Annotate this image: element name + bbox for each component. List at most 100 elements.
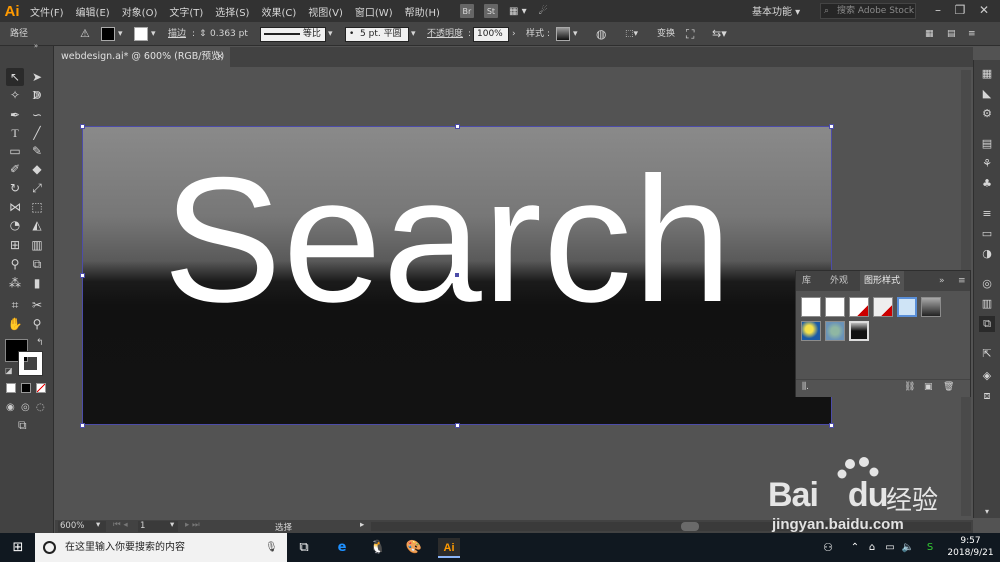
gpu-performance-icon[interactable]: ☄ — [533, 6, 554, 17]
color-guide-icon[interactable]: ◣ — [979, 86, 995, 102]
menu-edit[interactable]: 编辑(E) — [70, 4, 116, 19]
tab-appearance[interactable]: 外观 — [830, 271, 848, 291]
style-no-fill[interactable] — [873, 297, 893, 317]
magic-wand-tool-icon[interactable]: ✧ — [6, 86, 24, 104]
draw-behind-icon[interactable]: ◎ — [21, 402, 30, 413]
selection-handle[interactable] — [80, 423, 85, 428]
rotate-tool-icon[interactable]: ↻ — [6, 179, 24, 197]
menu-file[interactable]: 文件(F) — [24, 4, 70, 19]
arrange-documents-icon[interactable]: ▦ ▾ — [503, 6, 533, 17]
delete-style-icon[interactable]: 🗑 — [943, 382, 954, 392]
panel-menu-icon[interactable]: ≡ — [958, 271, 966, 291]
transform-button[interactable]: 变换 — [657, 26, 675, 42]
stroke-label[interactable]: 描边 — [168, 26, 186, 42]
draw-normal-icon[interactable]: ◉ — [6, 402, 15, 413]
selection-handle[interactable] — [829, 124, 834, 129]
status-menu-icon[interactable]: ▸ — [360, 520, 364, 530]
qq-icon[interactable]: 🐧 — [368, 538, 388, 558]
selection-handle[interactable] — [80, 124, 85, 129]
minimize-button[interactable]: – — [930, 2, 946, 18]
style-pattern-blue[interactable] — [825, 321, 845, 341]
lasso-tool-icon[interactable]: ↇ — [28, 86, 46, 104]
isolate-icon[interactable]: ⛶ — [686, 26, 694, 42]
recolor-artwork-icon[interactable]: ◍ — [596, 26, 606, 42]
close-window-button[interactable]: ✕ — [976, 2, 992, 18]
stroke-color-box[interactable] — [18, 351, 43, 376]
column-graph-tool-icon[interactable]: ▮ — [28, 274, 46, 292]
stroke-weight-input[interactable]: 0.363 pt — [210, 26, 252, 42]
none-mode-icon[interactable] — [36, 383, 46, 393]
taskbar-search-box[interactable]: 在这里输入你要搜索的内容 🎙 — [35, 533, 287, 562]
collapse-panel-icon[interactable]: » — [26, 42, 46, 50]
appearance-panel-icon[interactable]: ◎ — [979, 276, 995, 292]
color-mode-icon[interactable] — [6, 383, 16, 393]
line-segment-tool-icon[interactable]: ╱ — [28, 124, 46, 142]
free-transform-tool-icon[interactable]: ⬚ — [28, 198, 46, 216]
width-tool-icon[interactable]: ⋈ — [6, 198, 24, 216]
first-artboard-icon[interactable]: ⏮ ◂ — [113, 520, 128, 530]
input-method-icon[interactable]: S — [920, 538, 940, 558]
scale-tool-icon[interactable]: ⤢ — [28, 179, 46, 197]
shape-builder-tool-icon[interactable]: ◔ — [6, 216, 24, 234]
style-default[interactable] — [801, 297, 821, 317]
volume-icon[interactable]: 🔈 — [898, 538, 918, 558]
swatches-icon[interactable]: ▤ — [979, 136, 995, 152]
pen-tool-icon[interactable]: ✒ — [6, 106, 24, 124]
battery-icon[interactable]: ▭ — [880, 538, 900, 558]
bridge-button[interactable]: Br — [459, 4, 474, 18]
mesh-tool-icon[interactable]: ⊞ — [6, 236, 24, 254]
rectangle-tool-icon[interactable]: ▭ — [6, 142, 24, 160]
fill-dropdown-icon[interactable]: ▾ — [118, 26, 123, 42]
gradient-mode-icon[interactable] — [21, 383, 31, 393]
selection-handle[interactable] — [80, 273, 85, 278]
graphic-style-swatch[interactable] — [556, 27, 570, 41]
tab-graphic-styles[interactable]: 图形样式 — [860, 271, 905, 291]
next-artboard-icon[interactable]: ▸ ⏭ — [185, 520, 200, 530]
screen-mode-icon[interactable]: ⧉ — [18, 418, 27, 433]
brush-dropdown-icon[interactable]: ▾ — [411, 26, 416, 42]
draw-inside-icon[interactable]: ◌ — [36, 402, 45, 413]
stock-search-input[interactable]: ⌕ 搜索 Adobe Stock — [820, 3, 916, 19]
opacity-input[interactable]: 100% — [473, 27, 509, 42]
menu-window[interactable]: 窗口(W) — [349, 4, 399, 19]
cc-libraries-icon[interactable]: ⚙ — [979, 106, 995, 122]
illustrator-taskbar-icon[interactable]: Ai — [438, 538, 460, 558]
control-menu-icon[interactable]: ≡ — [968, 26, 976, 42]
layers-panel-icon[interactable]: ▥ — [979, 296, 995, 312]
windows-start-icon[interactable]: ⊞ — [8, 538, 28, 558]
stroke-dropdown-icon[interactable]: ▾ — [151, 26, 156, 42]
menu-select[interactable]: 选择(S) — [209, 4, 255, 19]
eyedropper-tool-icon[interactable]: ⚲ — [6, 255, 24, 273]
style-dropdown-icon[interactable]: ▾ — [573, 26, 578, 42]
opacity-label[interactable]: 不透明度 — [427, 26, 463, 42]
artboard-tool-icon[interactable]: ⌗ — [6, 296, 24, 314]
default-fill-stroke-icon[interactable]: ◪ — [5, 366, 13, 375]
break-link-icon[interactable]: ⛓ — [904, 382, 915, 392]
new-style-icon[interactable]: ▣ — [924, 382, 933, 392]
arrange-icon[interactable]: ⇆▾ — [712, 26, 727, 42]
selection-tool-icon[interactable]: ↖ — [6, 68, 24, 86]
network-icon[interactable]: ⌂ — [862, 538, 882, 558]
brush-definition[interactable]: • 5 pt. 平圆 — [345, 27, 409, 42]
slice-tool-icon[interactable]: ✂ — [28, 296, 46, 314]
stroke-stepper-icon[interactable]: ⇕ — [199, 26, 207, 42]
style-no-stroke[interactable] — [849, 297, 869, 317]
layers-stack-icon[interactable]: ◈ — [979, 368, 995, 384]
selection-handle[interactable] — [455, 124, 460, 129]
artboard-dropdown-icon[interactable]: ▾ — [170, 520, 174, 530]
selection-handle[interactable] — [829, 423, 834, 428]
profile-dropdown-icon[interactable]: ▾ — [328, 26, 333, 42]
menu-type[interactable]: 文字(T) — [163, 4, 209, 19]
eraser-tool-icon[interactable]: ◆ — [28, 160, 46, 178]
perspective-grid-tool-icon[interactable]: ◭ — [28, 216, 46, 234]
close-tab-icon[interactable]: × — [216, 47, 224, 67]
fill-swatch[interactable] — [101, 27, 115, 41]
curvature-tool-icon[interactable]: ∽ — [28, 106, 46, 124]
graphic-styles-panel-icon[interactable]: ⧉ — [979, 316, 995, 332]
symbol-sprayer-tool-icon[interactable]: ⁂ — [6, 274, 24, 292]
paint-app-icon[interactable]: 🎨 — [404, 538, 424, 558]
document-setup-icon[interactable]: ▤ — [947, 26, 956, 42]
export-panel-icon[interactable]: ⇱ — [979, 346, 995, 362]
gradient-tool-icon[interactable]: ▥ — [28, 236, 46, 254]
scroll-down-icon[interactable]: ▾ — [979, 504, 995, 520]
